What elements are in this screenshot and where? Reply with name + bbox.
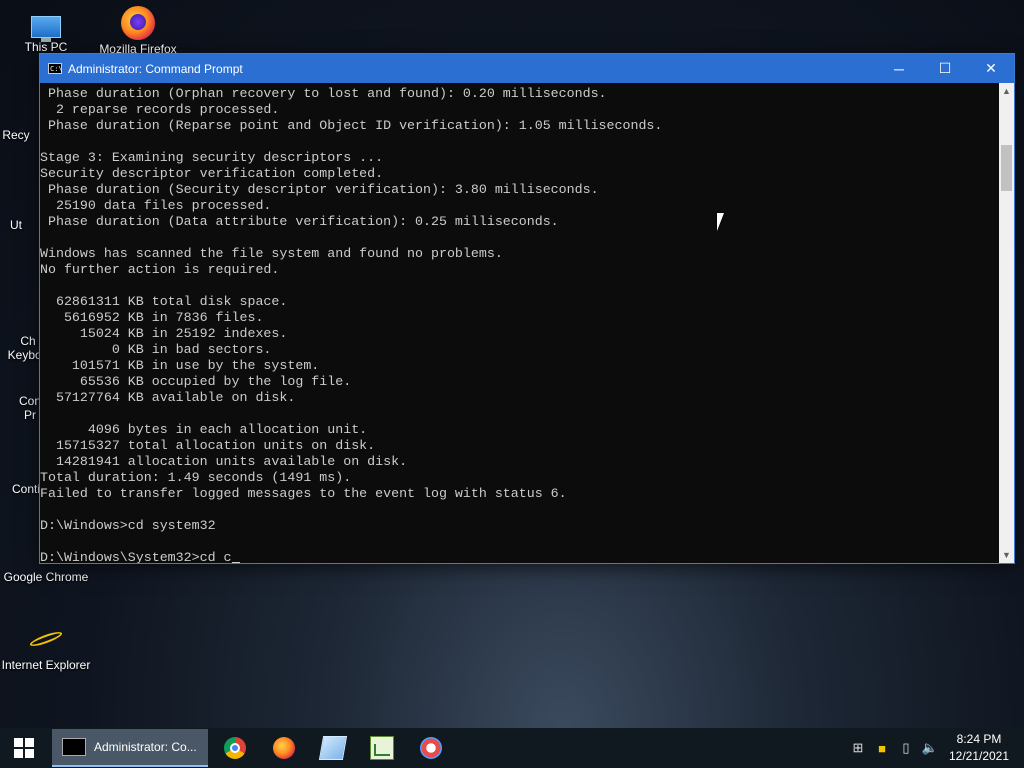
console-line: Phase duration (Data attribute verificat…: [47, 214, 559, 229]
console-line: Phase duration (Orphan recovery to lost …: [47, 86, 607, 101]
console-line: 15024 KB in 25192 indexes.: [79, 326, 288, 341]
console-output[interactable]: Phase duration (Orphan recovery to lost …: [40, 83, 1000, 563]
console-line: Phase duration (Reparse point and Object…: [47, 118, 663, 133]
taskbar-chart-app[interactable]: [357, 728, 406, 768]
console-line: 57127764 KB available on disk.: [55, 390, 296, 405]
minimize-button[interactable]: ─: [876, 54, 922, 83]
firefox-icon: [121, 6, 155, 40]
notepad-icon: [318, 736, 347, 760]
internet-explorer-shortcut[interactable]: Internet Explorer: [0, 622, 92, 672]
taskbar: Administrator: Co... ⊞ ■ ▯ 🔈 8:24 PM 12/…: [0, 728, 1024, 768]
volume-muted-icon[interactable]: 🔈: [918, 740, 942, 756]
chrome-icon: [223, 737, 246, 759]
scroll-up-arrow-icon[interactable]: ▲: [999, 83, 1014, 99]
console-line: Failed to transfer logged messages to th…: [40, 486, 567, 501]
command-input-line[interactable]: D:\Windows\System32>cd c: [40, 550, 232, 563]
scrollbar-thumb[interactable]: [1001, 145, 1012, 191]
flag-icon[interactable]: ■: [870, 741, 894, 756]
console-line: Phase duration (Security descriptor veri…: [47, 182, 599, 197]
console-line: No further action is required.: [40, 262, 280, 277]
console-line: D:\Windows>cd system32: [40, 518, 216, 533]
window-titlebar[interactable]: C:\ Administrator: Command Prompt ─ ☐ ✕: [40, 54, 1014, 83]
firefox-icon: [272, 737, 295, 759]
console-line: 25190 data files processed.: [55, 198, 272, 213]
shortcut-label: This PC: [24, 40, 68, 54]
usb-icon[interactable]: ▯: [894, 740, 918, 756]
console-line: 4096 bytes in each allocation unit.: [87, 422, 368, 437]
taskbar-item-command-prompt[interactable]: Administrator: Co...: [52, 729, 208, 767]
console-line: 101571 KB in use by the system.: [71, 358, 320, 373]
taskbar-paint-app[interactable]: [406, 728, 455, 768]
internet-explorer-icon: [29, 622, 63, 656]
windows-logo-icon: [14, 738, 34, 758]
console-line: 14281941 allocation units available on d…: [55, 454, 408, 469]
system-tray: ⊞ ■ ▯ 🔈 8:24 PM 12/21/2021: [846, 728, 1024, 768]
command-prompt-window[interactable]: C:\ Administrator: Command Prompt ─ ☐ ✕ …: [39, 53, 1015, 564]
console-line: 65536 KB occupied by the log file.: [79, 374, 352, 389]
computer-icon: [31, 16, 61, 42]
clock-date: 12/21/2021: [948, 749, 1010, 763]
console-line: Stage 3: Examining security descriptors …: [40, 150, 384, 165]
firefox-shortcut[interactable]: Mozilla Firefox: [92, 6, 184, 56]
console-line: 5616952 KB in 7836 files.: [63, 310, 264, 325]
console-line: Windows has scanned the file system and …: [40, 246, 503, 261]
console-line: 2 reparse records processed.: [55, 102, 280, 117]
cmd-taskbar-icon: [62, 738, 86, 756]
taskbar-notepad[interactable]: [308, 728, 357, 768]
clock[interactable]: 8:24 PM 12/21/2021: [942, 731, 1016, 765]
console-line: Total duration: 1.49 seconds (1491 ms).: [40, 470, 352, 485]
cmd-app-icon: C:\: [48, 63, 63, 74]
taskbar-item-label: Administrator: Co...: [94, 740, 197, 754]
scroll-down-arrow-icon[interactable]: ▼: [999, 547, 1014, 563]
text-cursor: [231, 562, 240, 563]
taskbar-chrome[interactable]: [210, 728, 259, 768]
paint-app-icon: [419, 737, 442, 759]
network-icon[interactable]: ⊞: [846, 740, 870, 756]
window-title: Administrator: Command Prompt: [68, 61, 243, 76]
chrome-shortcut[interactable]: Google Chrome: [0, 570, 92, 584]
console-line: 15715327 total allocation units on disk.: [55, 438, 376, 453]
console-line: Security descriptor verification complet…: [40, 166, 384, 181]
console-line: 0 KB in bad sectors.: [111, 342, 272, 357]
shortcut-label: Internet Explorer: [1, 658, 91, 672]
console-text: Phase duration (Orphan recovery to lost …: [40, 83, 1000, 563]
maximize-button[interactable]: ☐: [922, 54, 968, 83]
vertical-scrollbar[interactable]: ▲ ▼: [999, 83, 1014, 563]
close-button[interactable]: ✕: [968, 54, 1014, 83]
console-line: 62861311 KB total disk space.: [55, 294, 288, 309]
chart-app-icon: [369, 736, 394, 760]
start-button[interactable]: [0, 728, 48, 768]
this-pc-shortcut[interactable]: This PC: [0, 8, 92, 54]
taskbar-firefox[interactable]: [259, 728, 308, 768]
shortcut-label: Google Chrome: [3, 570, 89, 584]
mouse-pointer-icon: [717, 213, 724, 231]
clock-time: 8:24 PM: [956, 732, 1002, 746]
